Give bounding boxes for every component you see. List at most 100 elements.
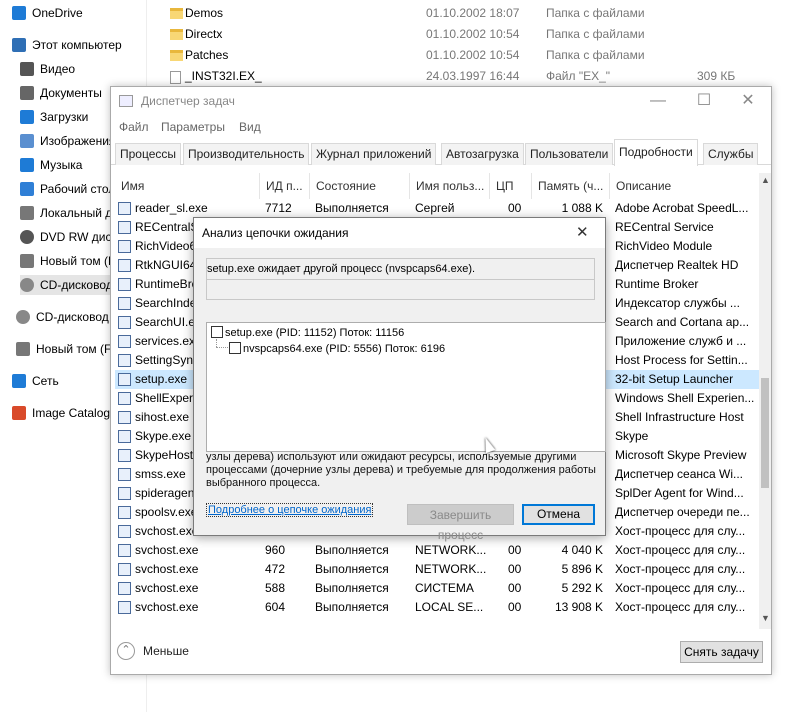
scroll-up-icon[interactable]: ▲ [761,175,770,185]
vertical-scrollbar[interactable]: ▲ ▼ [759,173,771,629]
less-details-button[interactable]: ⌃ Меньше [117,642,189,660]
menu-file[interactable]: Файл [119,120,149,134]
nav-item-label: Рабочий стол [40,182,116,196]
process-memory: 5 292 K [561,581,603,595]
scrollbar-thumb[interactable] [761,378,769,488]
process-description: Windows Shell Experien... [615,391,755,405]
process-name: svchost.exe [135,543,199,557]
process-pid: 960 [265,543,286,557]
process-pid: 472 [265,562,286,576]
process-icon [118,544,131,557]
tree-node-label: setup.exe (PID: 11152) Поток: 11156 [225,327,405,339]
maximize-button[interactable]: ☐ [681,87,727,117]
wait-chain-help-link[interactable]: Подробнее о цепочке ожидания [206,503,374,517]
menu-view[interactable]: Вид [239,120,261,134]
process-description: Диспетчер сеанса Wi... [615,467,744,481]
folder-icon [170,50,183,61]
process-description: Хост-процесс для слу... [615,543,746,557]
column-header-description[interactable]: Описание [610,173,760,199]
sort-ascending-icon: ⌃ [183,173,191,178]
process-row[interactable]: svchost.exe 472 Выполняется NETWORK... 00 5 8… [115,560,760,579]
process-cpu: 00 [508,562,522,576]
end-process-button[interactable]: Завершить процесс [407,504,514,542]
process-icon [118,468,131,481]
process-icon [118,221,131,234]
dialog-close-icon[interactable]: ✕ [576,223,589,241]
tree-node-checkbox[interactable] [211,326,223,338]
column-header-username[interactable]: Имя польз... [410,173,490,199]
catalog-icon [12,406,26,420]
drive-icon [16,342,30,356]
documents-icon [20,86,34,100]
process-cpu: 00 [508,201,522,215]
nav-item-label: Новый том (F:) [36,342,119,356]
column-header-status[interactable]: Состояние [310,173,410,199]
dvd-icon [20,230,34,244]
tree-connector [216,339,217,347]
column-header-memory[interactable]: Память (ч... [532,173,610,199]
process-icon [118,506,131,519]
close-button[interactable]: ✕ [725,87,771,117]
tree-node-nvspcaps[interactable]: nvspcaps64.exe (PID: 5556) Поток: 6196 [229,342,445,355]
wait-chain-tree[interactable]: setup.exe (PID: 11152) Поток: 11156 nvsp… [206,322,606,452]
less-details-label: Меньше [143,644,189,658]
process-description: Индексатор службы ... [615,296,740,310]
column-header-cpu[interactable]: ЦП [490,173,532,199]
process-icon [118,487,131,500]
scroll-down-icon[interactable]: ▼ [761,613,770,623]
tab-app-history[interactable]: Журнал приложений [311,143,437,165]
end-task-button[interactable]: Снять задачу [680,641,763,663]
process-icon [118,563,131,576]
file-date: 01.10.2002 10:54 [426,27,520,41]
tab-users[interactable]: Пользователи [525,143,614,165]
minimize-button[interactable]: — [635,87,681,117]
file-row[interactable]: Demos 01.10.2002 18:07 Папка с файлами [165,3,795,24]
process-row[interactable]: svchost.exe 588 Выполняется СИСТЕМА 00 5 292 … [115,579,760,598]
process-description: Skype [615,429,649,443]
process-icon [118,525,131,538]
process-memory: 5 896 K [561,562,603,576]
process-icon [118,335,131,348]
process-row[interactable]: svchost.exe 604 Выполняется LOCAL SE... 00 13… [115,598,760,615]
file-row[interactable]: _INST32I.EX_ 24.03.1997 16:44 Файл "EX_" 30… [165,66,795,87]
nav-item-label: Музыка [40,158,83,172]
process-description: RichVideo Module [615,239,713,253]
dialog-title-bar: Анализ цепочки ожидания ✕ [194,218,605,248]
tree-node-setup[interactable]: setup.exe (PID: 11152) Поток: 11156 [211,326,404,339]
file-type: Папка с файлами [546,27,645,41]
tab-details[interactable]: Подробности [614,139,698,166]
file-icon [170,71,181,84]
file-type: Папка с файлами [546,48,645,62]
file-row[interactable]: Patches 01.10.2002 10:54 Папка с файлами [165,45,795,66]
process-description: 32-bit Setup Launcher [615,372,734,386]
window-title: Диспетчер задач [141,94,235,108]
tree-node-checkbox[interactable] [229,342,241,354]
tab-processes[interactable]: Процессы [115,143,182,165]
tree-node-label: nvspcaps64.exe (PID: 5556) Поток: 6196 [243,343,446,355]
process-name: svchost.exe [135,562,199,576]
process-icon [118,392,131,405]
folder-icon [170,29,183,40]
process-description: Хост-процесс для слу... [615,562,746,576]
process-row[interactable]: reader_sl.exe 7712 Выполняется Сергей 00 1 08… [115,199,760,218]
process-description: SplDer Agent for Wind... [615,486,744,500]
file-date: 01.10.2002 18:07 [426,6,520,20]
process-description: Microsoft Skype Preview [615,448,747,462]
process-memory: 13 908 K [554,600,603,614]
file-row[interactable]: Directx 01.10.2002 10:54 Папка с файлами [165,24,795,45]
tab-services[interactable]: Службы [703,143,759,165]
process-icon [118,582,131,595]
process-description: Хост-процесс для слу... [615,600,746,614]
tab-performance[interactable]: Производительность [183,143,310,165]
process-icon [118,278,131,291]
process-user: NETWORK... [415,543,487,557]
process-icon [118,601,131,614]
menu-options[interactable]: Параметры [161,120,225,134]
tab-strip: Процессы Производительность Журнал прило… [111,139,771,166]
process-cpu: 00 [508,600,522,614]
cancel-button[interactable]: Отмена [522,504,595,525]
wait-message-box: setup.exe ожидает другой процесс (nvspca… [206,258,595,300]
column-header-pid[interactable]: ИД п... [260,173,310,199]
file-type: Файл "EX_" [546,69,611,83]
tab-startup[interactable]: Автозагрузка [441,143,524,165]
